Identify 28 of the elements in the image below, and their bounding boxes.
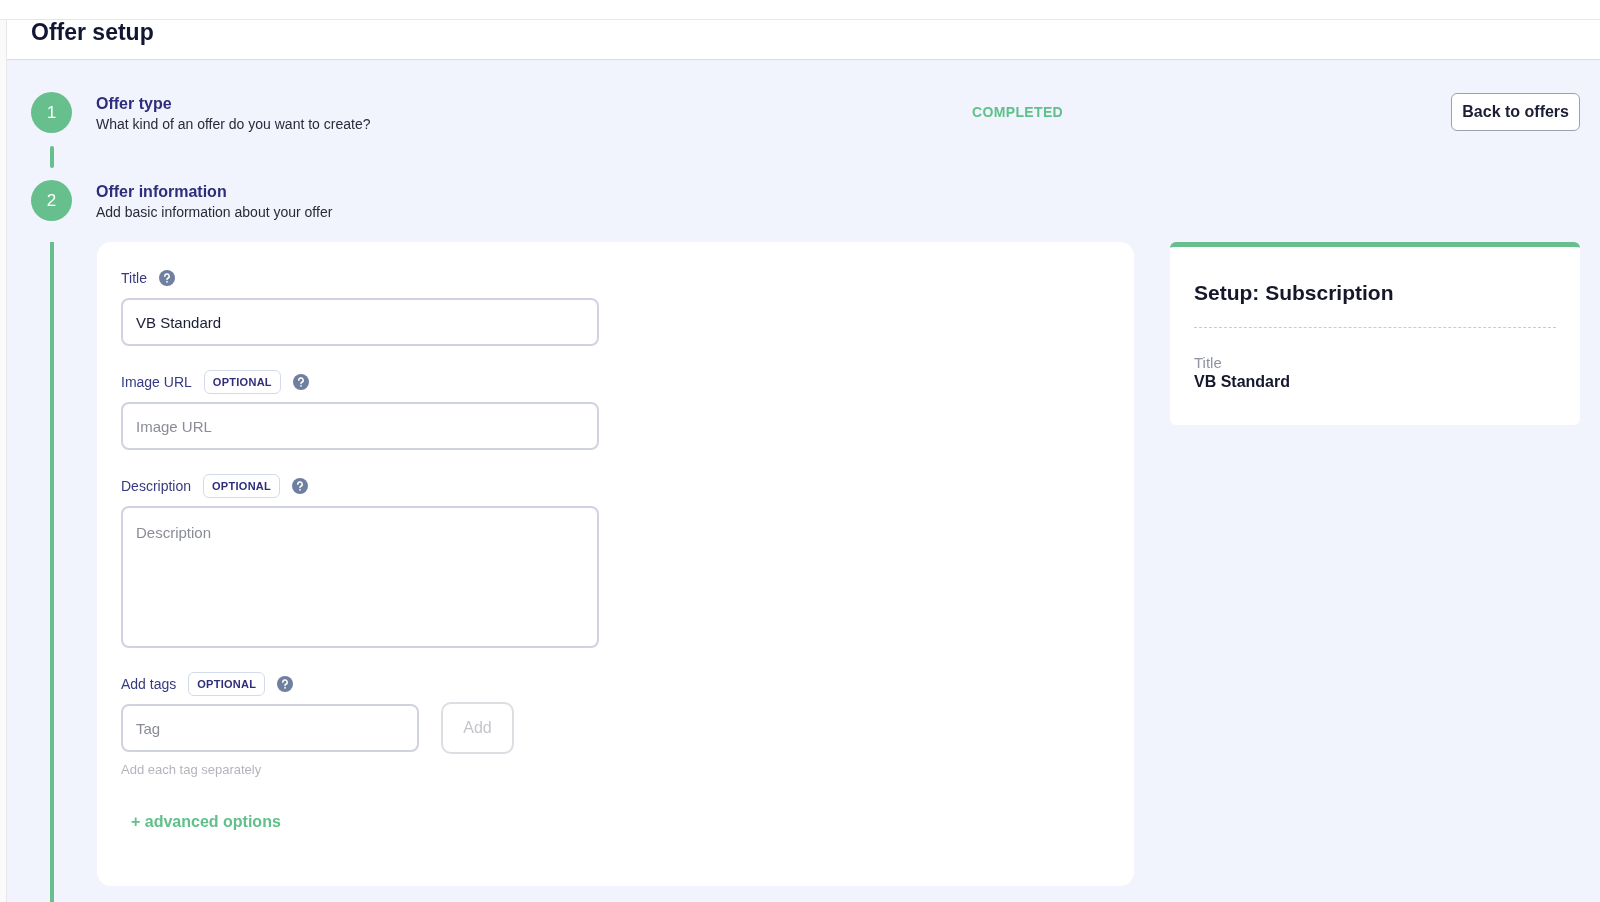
summary-label: Title <box>1194 353 1222 372</box>
step-number: 2 <box>31 180 72 221</box>
field-label: Add tags <box>121 674 177 694</box>
optional-badge: OPTIONAL <box>203 369 281 395</box>
help-icon[interactable] <box>292 478 309 494</box>
step-subtitle: What kind of an offer do you want to create? <box>96 115 372 134</box>
optional-badge: OPTIONAL <box>203 473 281 499</box>
help-icon[interactable] <box>158 270 175 286</box>
summary-value: VB Standard <box>1194 371 1290 392</box>
step-number: 1 <box>31 92 72 133</box>
help-icon[interactable] <box>292 374 309 390</box>
back-button[interactable]: Back to offers <box>1451 93 1580 131</box>
field-hint: Add each tag separately <box>121 761 262 779</box>
description-field[interactable]: Description <box>121 506 599 648</box>
optional-badge: OPTIONAL <box>188 671 266 697</box>
tag-field[interactable]: Tag <box>121 704 419 752</box>
step-title: Offer information <box>96 182 228 202</box>
text-field[interactable]: Image URL <box>121 402 599 450</box>
field-label: Image URL <box>121 372 192 392</box>
step-title: Offer type <box>96 94 173 114</box>
step-status: COMPLETED <box>972 103 1064 122</box>
text-field[interactable]: VB Standard <box>121 298 599 346</box>
step-subtitle: Add basic information about your offer <box>96 203 334 222</box>
field-label: Description <box>121 476 192 496</box>
field-label: Title <box>121 268 147 288</box>
summary-heading: Setup: Subscription <box>1194 277 1556 328</box>
help-icon[interactable] <box>277 676 294 692</box>
page-title: Offer setup <box>31 18 154 48</box>
